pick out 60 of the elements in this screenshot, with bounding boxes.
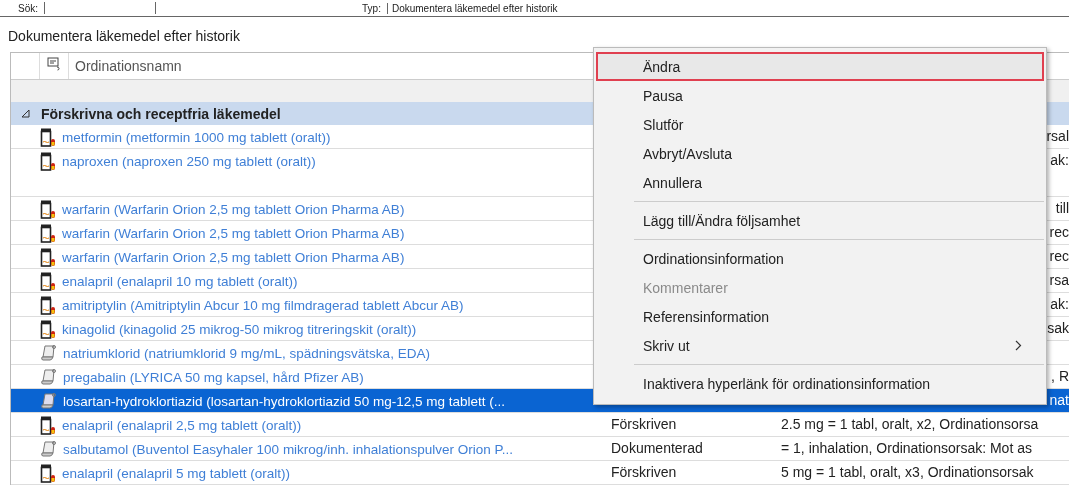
dosage-text: rec — [1049, 224, 1069, 240]
chevron-right-icon — [1015, 340, 1022, 351]
dosage-text: till — [1055, 200, 1069, 216]
dosage-text: , R — [1051, 368, 1069, 384]
dosage-text: rsal — [1046, 128, 1069, 144]
dosage-text: = 1, inhalation, Ordinationsorsak: Mot as — [781, 440, 1032, 456]
dosage-text: 5 mg = 1 tabl, oralt, x3, Ordinationsorsak — [781, 464, 1034, 480]
group-label: Förskrivna och receptfria läkemedel — [41, 105, 281, 122]
pill-bottle-icon — [40, 199, 56, 219]
search-label: Sök: — [18, 2, 38, 14]
medication-link[interactable]: enalapril (enalapril 10 mg tablett (oralt)) — [62, 273, 298, 289]
menu-item[interactable]: Annullera — [596, 168, 1044, 197]
collapse-icon[interactable] — [21, 109, 30, 118]
panel-title: Dokumentera läkemedel efter historik — [7, 27, 241, 46]
dosage-text: 2.5 mg = 1 tabl, oralt, x2, Ordinationsorsa — [781, 416, 1039, 432]
dosage-text: nat — [1049, 392, 1069, 408]
search-field[interactable] — [44, 2, 156, 14]
dosage-text: ak: — [1050, 152, 1069, 168]
status-text: Förskriven — [611, 464, 677, 480]
medication-link[interactable]: enalapril (enalapril 2,5 mg tablett (oralt)) — [62, 417, 302, 433]
type-dropdown[interactable]: Dokumentera läkemedel efter historik — [386, 2, 578, 14]
pill-bottle-icon — [40, 415, 56, 435]
column-header[interactable]: Ordinationsnamn — [69, 53, 188, 79]
column-chooser-icon[interactable] — [47, 57, 61, 71]
medication-link[interactable]: enalapril (enalapril 5 mg tablett (oralt)) — [62, 465, 291, 481]
table-row[interactable]: enalapril (enalapril 2,5 mg tablett (oralt)) Förskriven 2.5 mg = 1 tabl, oralt, x2, Ordinationsorsa — [11, 413, 1069, 437]
medication-link[interactable]: naproxen (naproxen 250 mg tablett (oralt)) — [62, 153, 316, 169]
medication-link[interactable]: salbutamol (Buventol Easyhaler 100 mikrog/inh. inhalationspulver Orion P... — [63, 441, 513, 457]
scroll-icon — [40, 344, 57, 362]
menu-item[interactable]: Pausa — [596, 81, 1044, 110]
medication-link[interactable]: natriumklorid (natriumklorid 9 mg/mL, spädningsvätska, EDA) — [63, 345, 430, 361]
type-label: Typ: — [362, 2, 381, 14]
medication-link[interactable]: metformin (metformin 1000 mg tablett (oralt)) — [62, 129, 331, 145]
pill-bottle-icon — [40, 127, 56, 147]
pill-bottle-icon — [40, 223, 56, 243]
status-text: Dokumenterad — [611, 440, 703, 456]
dosage-text: sak — [1047, 320, 1069, 336]
medication-link[interactable]: kinagolid (kinagolid 25 mikrog-50 mikrog titreringskit (oralt)) — [62, 321, 417, 337]
medication-link[interactable]: losartan-hydroklortiazid (losartan-hydroklortiazid 50 mg-12,5 mg tablett (... — [63, 393, 505, 409]
menu-item[interactable]: Ändra — [596, 52, 1044, 81]
table-row[interactable]: enalapril (enalapril 5 mg tablett (oralt)) Förskriven 5 mg = 1 tabl, oralt, x3, Ordinationsorsak — [11, 461, 1069, 485]
pill-bottle-icon — [40, 151, 56, 171]
scroll-icon — [40, 440, 57, 458]
pill-bottle-icon — [40, 463, 56, 483]
dosage-text: ak: — [1050, 296, 1069, 312]
pill-bottle-icon — [40, 319, 56, 339]
status-text: Förskriven — [611, 416, 677, 432]
medication-link[interactable]: warfarin (Warfarin Orion 2,5 mg tablett Orion Pharma AB) — [62, 249, 405, 265]
dosage-text: rec — [1049, 248, 1069, 264]
medication-link[interactable]: warfarin (Warfarin Orion 2,5 mg tablett Orion Pharma AB) — [62, 201, 405, 217]
medication-link[interactable]: pregabalin (LYRICA 50 mg kapsel, hård Pfizer AB) — [63, 369, 364, 385]
medication-link[interactable]: warfarin (Warfarin Orion 2,5 mg tablett Orion Pharma AB) — [62, 225, 405, 241]
pill-bottle-icon — [40, 271, 56, 291]
scroll-icon — [40, 368, 57, 386]
pill-bottle-icon — [40, 247, 56, 267]
medication-link[interactable]: amitriptylin (Amitriptylin Abcur 10 mg filmdragerad tablett Abcur AB) — [62, 297, 464, 313]
scroll-icon — [40, 392, 57, 410]
dosage-text: rsa — [1049, 272, 1069, 288]
pill-bottle-icon — [40, 295, 56, 315]
table-row[interactable]: salbutamol (Buventol Easyhaler 100 mikrog/inh. inhalationspulver Orion P... Dokumenterad = 1, inhalation, Ordinationsorsak: Mot as — [11, 437, 1069, 461]
